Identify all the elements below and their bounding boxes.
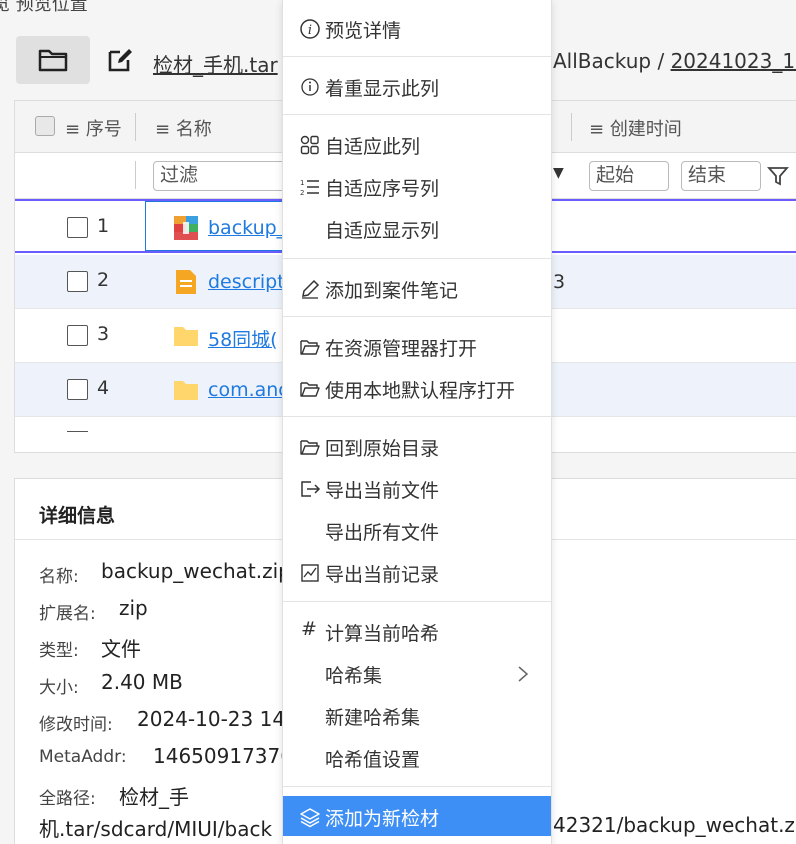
svg-text:1: 1 (300, 179, 304, 187)
row-checkbox[interactable] (67, 325, 88, 346)
chart-box-icon (301, 564, 319, 582)
detail-label: 扩展名: (39, 604, 96, 624)
hash-icon: # (301, 618, 317, 640)
svg-text:i: i (308, 23, 312, 38)
row-checkbox-partial (67, 431, 88, 437)
menu-item-fit-column[interactable]: 自适应此列 (283, 124, 551, 164)
folder-icon (38, 49, 68, 72)
menu-item-go-to-original-dir[interactable]: 回到原始目录 (283, 426, 551, 466)
chevron-right-icon (518, 666, 529, 682)
path-segment-date[interactable]: 20241023_14 (671, 49, 796, 73)
pen-icon (302, 279, 320, 299)
file-name-link[interactable]: 58同城( (208, 325, 278, 352)
info-circle-icon (301, 78, 319, 96)
folder-open-icon (300, 440, 320, 455)
zip-file-icon (174, 216, 198, 240)
menu-item-hash-settings[interactable]: 哈希值设置 (283, 737, 551, 777)
menu-divider (283, 114, 551, 115)
file-name-link[interactable]: com.anc (208, 379, 289, 401)
row-index: 3 (97, 323, 110, 345)
row-index: 4 (97, 377, 110, 399)
start-date-filter[interactable]: 起始 (589, 161, 669, 191)
row-index: 2 (97, 269, 110, 291)
menu-item-open-default-program[interactable]: 使用本地默认程序打开 (283, 368, 551, 408)
grid-icon (300, 135, 319, 155)
folder-icon (174, 381, 198, 400)
end-date-filter[interactable]: 结束 (681, 161, 761, 191)
menu-item-add-to-notes[interactable]: 添加到案件笔记 (283, 268, 551, 308)
layers-icon (300, 808, 320, 828)
menu-item-preview-details[interactable]: i 预览详情 (283, 8, 551, 48)
filter-icon[interactable] (767, 165, 789, 187)
folder-icon (174, 327, 198, 346)
column-divider[interactable] (135, 113, 136, 141)
detail-path-line: 机.tar/sdcard/MIUI/back (39, 817, 273, 841)
menu-divider (283, 316, 551, 317)
text-file-icon (176, 270, 196, 294)
detail-label: 类型: (39, 641, 79, 661)
menu-divider (283, 258, 551, 259)
open-folder-button[interactable] (16, 36, 90, 84)
ordered-list-icon: 12 (300, 179, 319, 197)
row-checkbox[interactable] (67, 379, 88, 400)
menu-item-new-hash-set[interactable]: 新建哈希集 (283, 695, 551, 735)
select-all-checkbox[interactable] (35, 116, 55, 136)
detail-label: 大小: (39, 678, 79, 698)
detail-value: 2024-10-23 14 (137, 707, 286, 731)
detail-title: 详细信息 (39, 505, 116, 527)
list-icon: ≡ (589, 119, 610, 140)
folder-open-icon (300, 340, 320, 355)
detail-value: 2.40 MB (101, 670, 183, 694)
row-extra-value: 3 (553, 271, 566, 293)
menu-divider (283, 56, 551, 57)
list-icon: ≡ (155, 119, 176, 140)
column-header-created[interactable]: ≡ 创建时间 (589, 115, 682, 141)
menu-item-compute-hash[interactable]: # 计算当前哈希 (283, 611, 551, 651)
file-name-link[interactable]: descripti (208, 271, 290, 293)
menu-item-add-as-new-evidence[interactable]: 添加为新检材 (283, 796, 551, 836)
menu-item-export-current-file[interactable]: 导出当前文件 (283, 468, 551, 508)
menu-item-highlight-column[interactable]: 着重显示此列 (283, 66, 551, 106)
context-menu: i 预览详情 着重显示此列 自适应此列 12 自适应序号列 自适应显示列 添加到… (282, 0, 552, 844)
menu-item-fit-visible-columns[interactable]: 自适应显示列 (283, 208, 551, 248)
row-checkbox[interactable] (67, 271, 88, 292)
detail-label: 全路径: (39, 789, 96, 809)
list-icon: ≡ (65, 119, 86, 140)
column-divider (135, 161, 136, 189)
menu-item-fit-index-column[interactable]: 12 自适应序号列 (283, 166, 551, 206)
column-divider[interactable] (571, 113, 572, 141)
page-label: 览 预览位置 (0, 0, 88, 15)
detail-value: zip (119, 596, 148, 620)
menu-divider (283, 601, 551, 602)
menu-divider (283, 416, 551, 417)
detail-value: 文件 (101, 637, 141, 661)
menu-divider (283, 786, 551, 787)
row-checkbox[interactable] (67, 217, 88, 238)
column-header-name[interactable]: ≡ 名称 (155, 115, 212, 141)
detail-value: 检材_手 (119, 785, 189, 809)
detail-value: backup_wechat.zip (101, 559, 291, 583)
path-breadcrumb: AllBackup / 20241023_14 (553, 49, 796, 73)
path-segment[interactable]: AllBackup / (553, 49, 671, 73)
detail-label: MetaAddr: (39, 747, 127, 767)
detail-value: 14650917376 (153, 744, 293, 768)
info-circle-icon: i (300, 19, 320, 39)
column-header-index[interactable]: ≡ 序号 (65, 115, 122, 141)
detail-path-line-end: 42321/backup_wechat.zi (553, 813, 796, 837)
dropdown-arrow-icon[interactable]: ▼ (553, 165, 564, 181)
path-segment-evidence[interactable]: 检材_手机.tar (153, 49, 278, 78)
edit-icon[interactable] (106, 46, 134, 74)
row-index: 1 (97, 215, 110, 237)
svg-text:2: 2 (300, 189, 304, 197)
file-name-link[interactable]: backup_ (208, 217, 286, 239)
detail-label: 名称: (39, 567, 79, 587)
detail-label: 修改时间: (39, 715, 113, 735)
menu-item-open-in-explorer[interactable]: 在资源管理器打开 (283, 326, 551, 366)
menu-item-export-current-record[interactable]: 导出当前记录 (283, 552, 551, 592)
menu-item-hash-sets[interactable]: 哈希集 (283, 653, 551, 693)
menu-item-export-all-files[interactable]: 导出所有文件 (283, 510, 551, 550)
folder-open-icon (300, 382, 320, 397)
export-icon (301, 481, 321, 497)
